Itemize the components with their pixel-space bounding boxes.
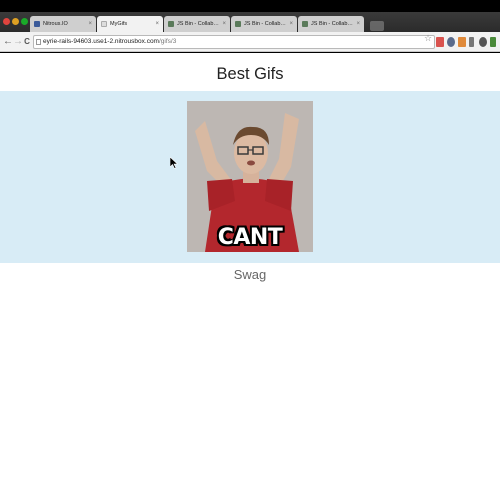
- bookmark-star-icon[interactable]: ☆: [424, 33, 432, 44]
- extension-blue-icon[interactable]: [447, 37, 455, 47]
- tab-nitrous[interactable]: Nitrous.IO ×: [30, 16, 96, 32]
- page-icon: [36, 39, 41, 45]
- tab-label: JS Bin - Collaborative JavaS: [244, 21, 287, 27]
- gif-band: CANT: [0, 91, 500, 263]
- close-tab-icon[interactable]: ×: [155, 21, 159, 27]
- extension-red-icon[interactable]: [436, 37, 444, 47]
- screen-frame: Nitrous.IO × MyGifs × JS Bin - Collabora…: [0, 0, 500, 500]
- page-content: Best Gifs CANT Swag: [0, 53, 500, 500]
- tab-label: MyGifs: [110, 21, 128, 27]
- browser-tabstrip: Nitrous.IO × MyGifs × JS Bin - Collabora…: [0, 12, 500, 32]
- jsbin-favicon-icon: [235, 21, 241, 27]
- url-path: /gifs/3: [158, 38, 177, 45]
- extension-gear-icon[interactable]: [479, 37, 487, 47]
- page-title: Best Gifs: [216, 65, 284, 83]
- tab-mygifs[interactable]: MyGifs ×: [97, 16, 163, 32]
- tab-label: Nitrous.IO: [43, 21, 68, 27]
- gif-caption-overlay: CANT: [217, 225, 283, 250]
- gif-image[interactable]: CANT: [187, 101, 313, 252]
- close-tab-icon[interactable]: ×: [222, 21, 226, 27]
- extension-orange-icon[interactable]: [458, 37, 466, 47]
- close-window-icon[interactable]: [3, 18, 10, 25]
- close-tab-icon[interactable]: ×: [289, 21, 293, 27]
- reload-button[interactable]: C: [21, 35, 33, 49]
- tab-label: JS Bin - Collaborative JavaS: [177, 21, 220, 27]
- new-tab-button[interactable]: [370, 21, 384, 31]
- tab-jsbin-3[interactable]: JS Bin - Collaborative JavaS ×: [298, 16, 364, 32]
- close-tab-icon[interactable]: ×: [356, 21, 360, 27]
- page-favicon-icon: [101, 21, 107, 27]
- close-tab-icon[interactable]: ×: [88, 21, 92, 27]
- tab-jsbin-2[interactable]: JS Bin - Collaborative JavaS ×: [231, 16, 297, 32]
- zoom-window-icon[interactable]: [21, 18, 28, 25]
- extension-pen-icon[interactable]: [469, 37, 474, 47]
- url-host: eyrie-rails-94603.use1-2.nitrousbox.com: [43, 38, 159, 45]
- gif-caption: Swag: [233, 267, 267, 282]
- jsbin-favicon-icon: [302, 21, 308, 27]
- mouse-cursor-icon: [170, 157, 178, 169]
- tab-label: JS Bin - Collaborative JavaS: [311, 21, 354, 27]
- nitrous-favicon-icon: [34, 21, 40, 27]
- browser-toolbar: ← → C eyrie-rails-94603.use1-2.nitrousbo…: [0, 32, 500, 52]
- menu-icon[interactable]: [490, 37, 496, 47]
- jsbin-favicon-icon: [168, 21, 174, 27]
- minimize-window-icon[interactable]: [12, 18, 19, 25]
- tab-jsbin-1[interactable]: JS Bin - Collaborative JavaS ×: [164, 16, 230, 32]
- address-bar[interactable]: eyrie-rails-94603.use1-2.nitrousbox.com/…: [33, 35, 435, 49]
